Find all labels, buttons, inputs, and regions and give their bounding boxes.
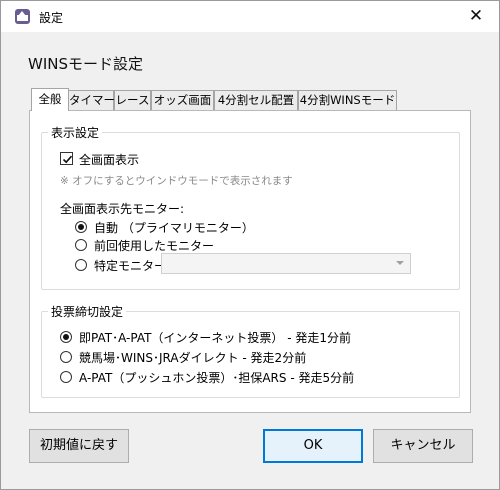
- fullscreen-checkbox[interactable]: [60, 152, 73, 165]
- tab-timer[interactable]: タイマー: [68, 90, 115, 110]
- radio-monitor-auto-label: 自動 （プライマリモニター）: [94, 221, 254, 235]
- radio-monitor-auto[interactable]: [75, 221, 87, 233]
- radio-monitor-previous-label: 前回使用したモニター: [94, 239, 215, 253]
- radio-vote-internet-label: 即PAT･A-PAT（インターネット投票） - 発走1分前: [79, 331, 352, 345]
- radio-vote-pushphone[interactable]: [60, 371, 72, 383]
- radio-monitor-specific[interactable]: [75, 259, 87, 271]
- radio-vote-racecourse[interactable]: [60, 351, 72, 363]
- tab-general[interactable]: 全般: [31, 88, 69, 111]
- specific-monitor-select[interactable]: [161, 253, 411, 274]
- chevron-down-icon: [396, 261, 404, 265]
- fullscreen-note: ※ オフにするとウインドウモードで表示されます: [60, 175, 293, 187]
- ok-button[interactable]: OK: [263, 429, 363, 463]
- tab-race[interactable]: レース: [114, 90, 151, 110]
- radio-monitor-previous[interactable]: [75, 239, 87, 251]
- settings-dialog: 設定 ✕ WINSモード設定 全般 タイマー レース オッズ画面 4分割セル配置…: [0, 0, 500, 490]
- radio-monitor-specific-label: 特定モニター:: [94, 259, 171, 273]
- radio-vote-racecourse-label: 競馬場･WINS･JRAダイレクト - 発走2分前: [79, 351, 307, 365]
- tab-odds-screen[interactable]: オッズ画面: [151, 90, 214, 110]
- reset-defaults-button[interactable]: 初期値に戻す: [29, 429, 129, 463]
- monitor-label: 全画面表示先モニター:: [60, 202, 185, 216]
- cancel-button[interactable]: キャンセル: [373, 429, 473, 463]
- title-bar: 設定 ✕: [1, 1, 499, 32]
- close-icon[interactable]: ✕: [453, 1, 499, 32]
- vote-deadline-title: 投票締切設定: [48, 303, 127, 320]
- checkmark-icon: [62, 155, 73, 164]
- display-settings-title: 表示設定: [48, 124, 103, 141]
- radio-vote-pushphone-label: A-PAT（プッシュホン投票）･担保ARS - 発走5分前: [79, 371, 355, 385]
- fullscreen-label: 全画面表示: [79, 153, 140, 167]
- window-title: 設定: [39, 11, 64, 25]
- page-title: WINSモード設定: [28, 55, 143, 73]
- radio-vote-internet[interactable]: [60, 331, 72, 343]
- app-home-icon: [15, 9, 30, 24]
- tab-4split-cell-layout[interactable]: 4分割セル配置: [214, 90, 298, 110]
- tab-4split-wins-mode[interactable]: 4分割WINSモード: [298, 90, 397, 110]
